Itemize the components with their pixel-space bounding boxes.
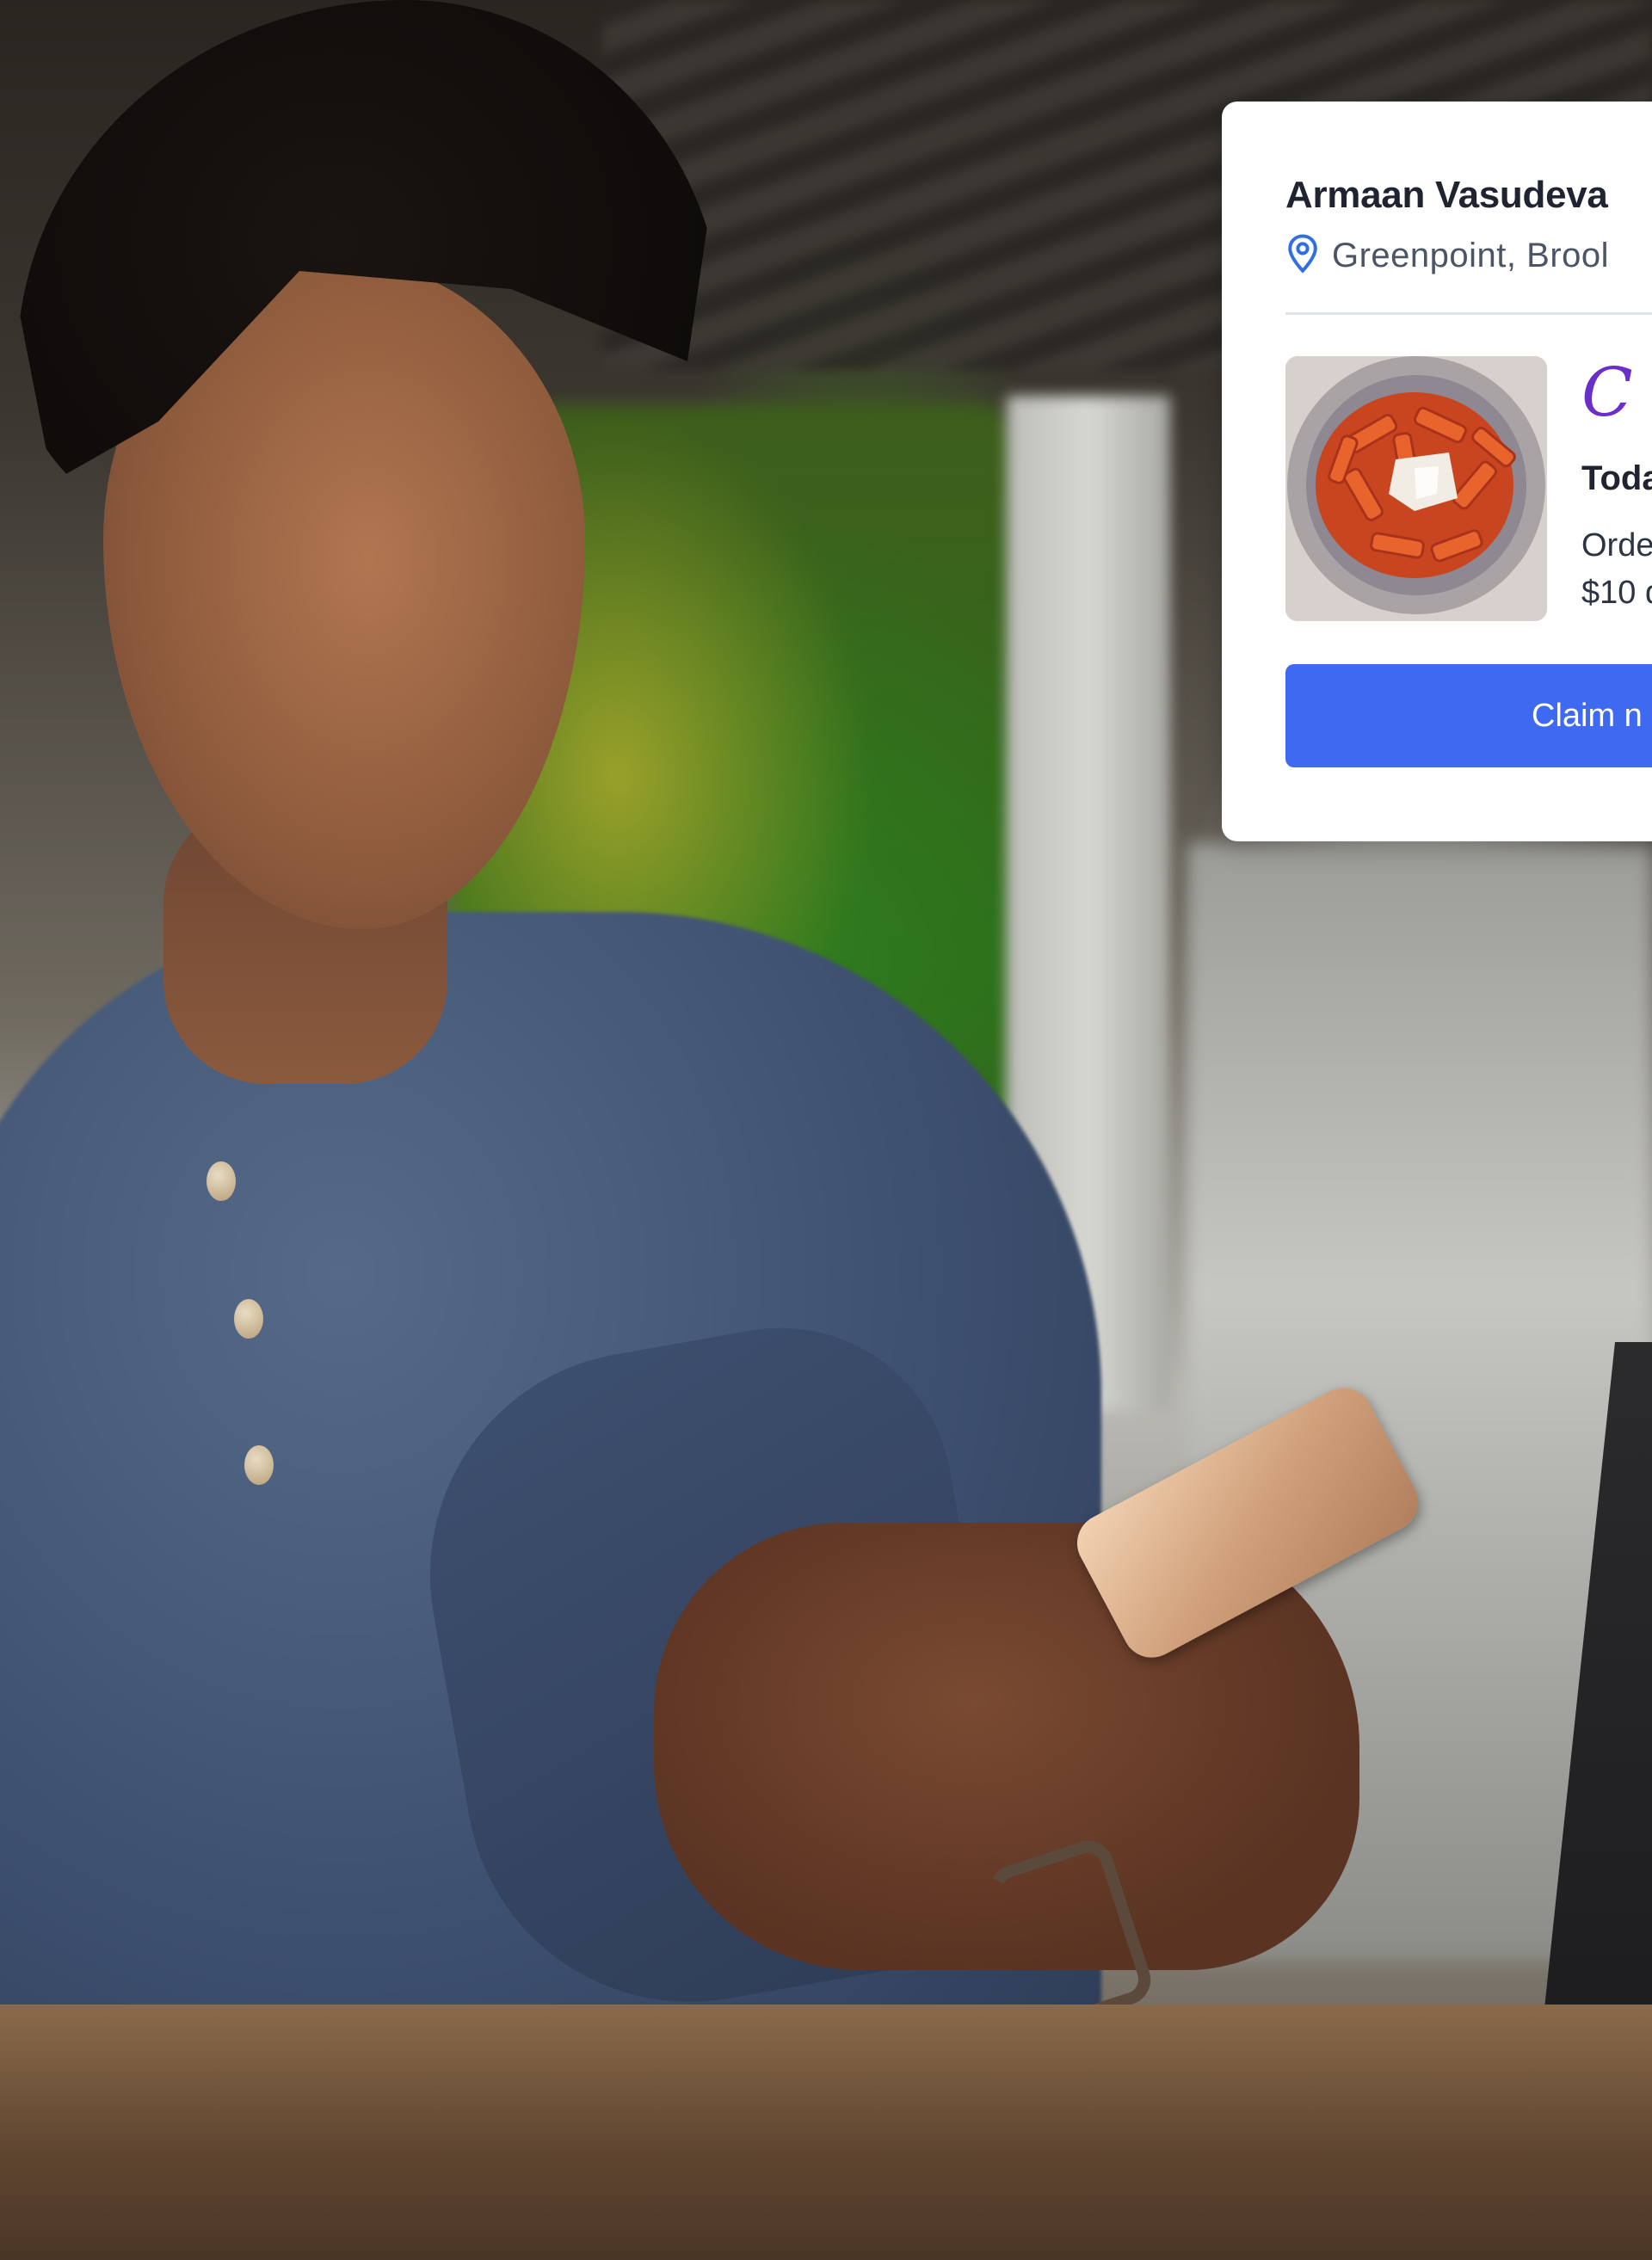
shirt-button — [244, 1445, 274, 1485]
offer-title: Toda — [1581, 459, 1652, 497]
shirt-button — [206, 1161, 236, 1201]
hero-photo: Armaan Vasudeva Greenpoint, Brool C Toda… — [0, 0, 1652, 2260]
location-text: Greenpoint, Brool — [1332, 237, 1610, 274]
offer-details: C Toda Orde $10 d — [1581, 356, 1652, 617]
restaurant-logo: C — [1581, 354, 1633, 432]
claim-button[interactable]: Claim n — [1285, 664, 1652, 767]
wooden-table — [0, 2004, 1652, 2260]
offer-description-line: Orde — [1581, 527, 1652, 563]
offer-row: C Toda Orde $10 d — [1285, 356, 1652, 621]
offer-description-line: $10 d — [1581, 575, 1652, 612]
offer-card: Armaan Vasudeva Greenpoint, Brool C Toda… — [1222, 102, 1652, 841]
user-name: Armaan Vasudeva — [1285, 174, 1608, 216]
location-row: Greenpoint, Brool — [1285, 234, 1652, 278]
offer-description: Orde $10 d — [1581, 522, 1652, 617]
divider — [1285, 312, 1652, 315]
penne-pasta-image — [1285, 356, 1547, 621]
shirt-button — [234, 1299, 263, 1339]
map-pin-icon — [1285, 234, 1320, 278]
